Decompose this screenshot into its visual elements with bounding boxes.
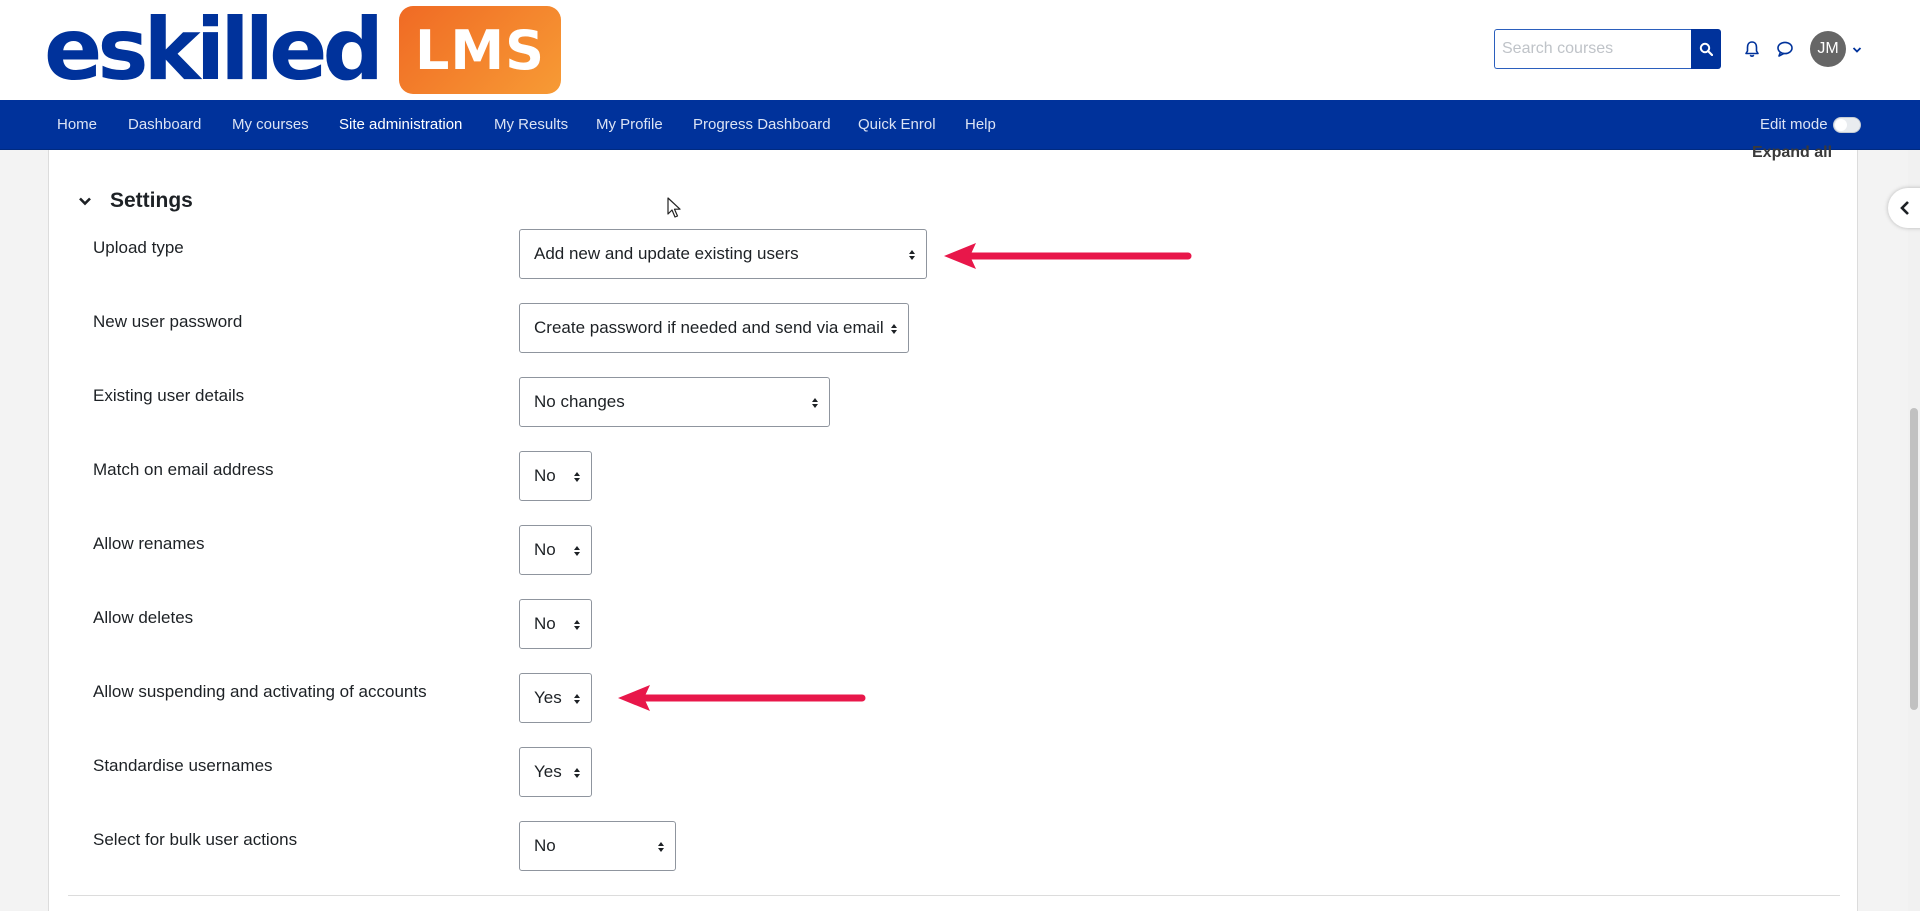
sort-arrows-icon xyxy=(574,472,580,482)
upload-type-label: Upload type xyxy=(93,238,184,257)
select-value: Yes xyxy=(534,688,562,707)
section-divider xyxy=(68,895,1840,896)
sort-arrows-icon xyxy=(658,842,664,852)
section-title: Settings xyxy=(110,189,193,212)
site-header: eskilled LMS JM xyxy=(0,0,1920,100)
mouse-cursor-icon xyxy=(667,197,681,218)
sort-arrows-icon xyxy=(909,250,915,260)
nav-my-courses[interactable]: My courses xyxy=(232,100,309,150)
primary-navigation: Home Dashboard My courses Site administr… xyxy=(0,100,1920,150)
logo-wordmark: eskilled xyxy=(44,0,384,100)
chat-bubble-icon xyxy=(1777,41,1793,57)
logo-badge: LMS xyxy=(399,6,562,94)
select-value: No xyxy=(534,614,556,633)
allow-renames-label: Allow renames xyxy=(93,534,205,553)
bell-icon xyxy=(1745,41,1759,57)
chevron-down-icon xyxy=(79,197,91,206)
select-value: Add new and update existing users xyxy=(534,244,799,263)
standardise-usernames-label: Standardise usernames xyxy=(93,756,273,775)
allow-deletes-select[interactable]: No xyxy=(519,599,592,649)
sort-arrows-icon xyxy=(574,768,580,778)
search-input[interactable] xyxy=(1494,29,1691,69)
expand-all-link[interactable]: Expand all xyxy=(1752,144,1832,162)
eskilled-lms-logo[interactable]: eskilled LMS xyxy=(44,0,562,100)
select-value: Create password if needed and send via e… xyxy=(534,318,884,337)
match-on-email-label: Match on email address xyxy=(93,460,274,479)
chevron-left-icon xyxy=(1900,201,1909,215)
search-icon xyxy=(1699,42,1713,56)
search-button[interactable] xyxy=(1691,29,1721,69)
standardise-usernames-select[interactable]: Yes xyxy=(519,747,592,797)
sort-arrows-icon xyxy=(574,620,580,630)
messages-button[interactable] xyxy=(1774,38,1796,60)
bulk-user-actions-select[interactable]: No xyxy=(519,821,676,871)
annotation-arrow-icon xyxy=(944,243,1192,269)
annotation-arrow-icon xyxy=(618,685,866,711)
select-value: No xyxy=(534,836,556,855)
course-search xyxy=(1494,29,1721,69)
select-value: No xyxy=(534,540,556,559)
new-user-password-label: New user password xyxy=(93,312,243,331)
nav-home[interactable]: Home xyxy=(57,100,97,150)
allow-deletes-label: Allow deletes xyxy=(93,608,194,627)
settings-section-toggle[interactable]: Settings xyxy=(76,189,193,213)
upload-type-select[interactable]: Add new and update existing users xyxy=(519,229,927,279)
select-value: No xyxy=(534,466,556,485)
edit-mode-toggle[interactable] xyxy=(1833,117,1861,133)
edit-mode-label: Edit mode xyxy=(1760,116,1828,133)
user-avatar[interactable]: JM xyxy=(1810,31,1846,67)
match-on-email-select[interactable]: No xyxy=(519,451,592,501)
select-value: Yes xyxy=(534,762,562,781)
allow-suspending-select[interactable]: Yes xyxy=(519,673,592,723)
allow-renames-select[interactable]: No xyxy=(519,525,592,575)
notifications-button[interactable] xyxy=(1741,38,1763,60)
nav-my-profile[interactable]: My Profile xyxy=(596,100,663,150)
existing-user-details-select[interactable]: No changes xyxy=(519,377,830,427)
sort-arrows-icon xyxy=(891,324,897,334)
nav-site-administration[interactable]: Site administration xyxy=(339,100,462,150)
existing-user-details-label: Existing user details xyxy=(93,386,245,405)
nav-help[interactable]: Help xyxy=(965,100,996,150)
sort-arrows-icon xyxy=(574,694,580,704)
allow-suspending-label: Allow suspending and activating of accou… xyxy=(93,682,427,701)
nav-progress-dashboard[interactable]: Progress Dashboard xyxy=(693,100,831,150)
chevron-down-icon[interactable] xyxy=(1850,43,1864,57)
nav-quick-enrol[interactable]: Quick Enrol xyxy=(858,100,936,150)
scrollbar-thumb[interactable] xyxy=(1910,408,1918,710)
select-value: No changes xyxy=(534,392,625,411)
sort-arrows-icon xyxy=(574,546,580,556)
sort-arrows-icon xyxy=(812,398,818,408)
nav-dashboard[interactable]: Dashboard xyxy=(128,100,201,150)
bulk-user-actions-label: Select for bulk user actions xyxy=(93,830,298,849)
open-drawer-button[interactable] xyxy=(1888,188,1920,228)
new-user-password-select[interactable]: Create password if needed and send via e… xyxy=(519,303,909,353)
nav-my-results[interactable]: My Results xyxy=(494,100,568,150)
